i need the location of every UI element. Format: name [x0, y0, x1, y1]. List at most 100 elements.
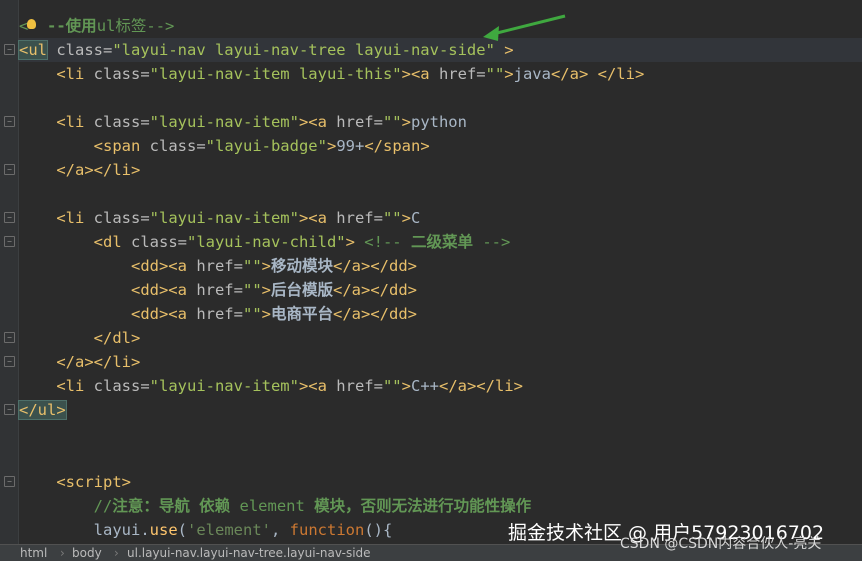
code-line[interactable]: </dl>: [19, 326, 141, 350]
code-token: class=: [84, 65, 150, 83]
code-editor[interactable]: < --使用ul标签--> <ul class="layui-nav layui-…: [0, 0, 862, 544]
code-token: </span>: [364, 137, 430, 155]
code-token: "": [242, 281, 262, 299]
code-token: --使用: [47, 17, 97, 35]
code-token: class=: [84, 113, 150, 131]
code-line[interactable]: //注意：导航 依赖 element 模块，否则无法进行功能性操作: [19, 494, 532, 518]
code-token: ><a: [298, 113, 327, 131]
code-line[interactable]: <li class="layui-nav-item"><a href="">C: [19, 206, 420, 230]
code-line[interactable]: <script>: [19, 470, 131, 494]
code-token: class=: [47, 41, 113, 59]
code-line[interactable]: </a></li>: [19, 350, 140, 374]
code-line[interactable]: <ul class="layui-nav layui-nav-tree layu…: [18, 38, 862, 62]
code-token: 移动模块: [271, 257, 334, 275]
code-line[interactable]: <dl class="layui-nav-child"> <!-- 二级菜单 -…: [19, 230, 511, 254]
code-token: python: [410, 113, 467, 131]
code-token: </a>: [550, 65, 589, 83]
code-token: </ul>: [18, 400, 67, 420]
code-line[interactable]: <li class="layui-nav-item layui-this"><a…: [19, 62, 644, 86]
code-token: href=: [186, 257, 243, 275]
breadcrumb-body[interactable]: body: [72, 545, 102, 561]
code-token: <span: [93, 137, 141, 155]
code-token: layui.: [93, 521, 150, 539]
code-token: <!--: [354, 233, 411, 251]
code-token: >: [261, 257, 271, 275]
code-token: </a></li>: [438, 377, 523, 395]
breadcrumb-html[interactable]: html: [20, 545, 47, 561]
code-token: (: [177, 521, 187, 539]
code-token: >: [261, 305, 271, 323]
code-token: >: [401, 209, 411, 227]
code-token: <dl: [93, 233, 122, 251]
code-token: href=: [186, 281, 243, 299]
code-line[interactable]: <dd><a href="">电商平台</a></dd>: [19, 302, 417, 326]
code-token: 二级菜单: [410, 233, 473, 251]
code-line[interactable]: </ul>: [18, 398, 67, 422]
code-token: href=: [186, 305, 243, 323]
code-token: </dl>: [93, 329, 141, 347]
code-token: >: [504, 65, 514, 83]
code-token: "layui-nav-item layui-this": [149, 65, 402, 83]
code-token: element: [230, 497, 315, 515]
code-token: 模块，否则无法进行功能性操作: [314, 497, 532, 515]
code-token: 电商平台: [271, 305, 334, 323]
code-token: "layui-badge": [205, 137, 327, 155]
code-token: >: [326, 137, 337, 155]
code-line[interactable]: layui.use('element', function(){: [19, 518, 393, 542]
code-token: "": [382, 377, 402, 395]
code-line[interactable]: <span class="layui-badge">99+</span>: [19, 134, 430, 158]
code-token: </a></dd>: [333, 281, 418, 299]
code-token: class=: [84, 209, 150, 227]
code-line[interactable]: <dd><a href="">后台模版</a></dd>: [19, 278, 417, 302]
code-token: href=: [326, 113, 383, 131]
code-token: >: [261, 281, 271, 299]
code-token: href=: [429, 65, 486, 83]
code-token: 标签-->: [115, 17, 175, 35]
code-token: ><a: [401, 65, 430, 83]
code-token: (){: [364, 521, 393, 539]
code-line[interactable]: </a></li>: [19, 158, 140, 182]
code-token: </a></li>: [56, 161, 141, 179]
code-token: "layui-nav-child": [186, 233, 346, 251]
code-token: class=: [140, 137, 206, 155]
code-token: <dd><a: [130, 305, 187, 323]
code-line[interactable]: < --使用ul标签-->: [19, 14, 174, 38]
code-token: "": [382, 209, 402, 227]
code-token: </li>: [597, 65, 645, 83]
code-token: <li: [56, 65, 85, 83]
code-token: "": [382, 113, 402, 131]
code-line[interactable]: <li class="layui-nav-item"><a href="">py…: [19, 110, 467, 134]
code-token: use: [149, 521, 178, 539]
code-token: ,: [271, 521, 290, 539]
code-token: C++: [410, 377, 439, 395]
code-line[interactable]: <dd><a href="">移动模块</a></dd>: [19, 254, 417, 278]
code-token: 'element': [187, 521, 271, 539]
watermark-csdn: CSDN @CSDN内容合伙人-亮关: [620, 536, 822, 552]
code-token: ul: [96, 17, 116, 35]
chevron-right-icon: ›: [60, 546, 65, 560]
chevron-right-icon: ›: [114, 546, 119, 560]
code-token: class=: [84, 377, 150, 395]
code-token: ><a: [298, 377, 327, 395]
breadcrumb-ul[interactable]: ul.layui-nav.layui-nav-tree.layui-nav-si…: [127, 545, 371, 561]
lightbulb-icon[interactable]: [27, 19, 36, 29]
code-line[interactable]: <li class="layui-nav-item"><a href="">C+…: [19, 374, 523, 398]
code-token: 99+: [336, 137, 365, 155]
code-token: class=: [121, 233, 187, 251]
code-token: </a></dd>: [333, 305, 418, 323]
